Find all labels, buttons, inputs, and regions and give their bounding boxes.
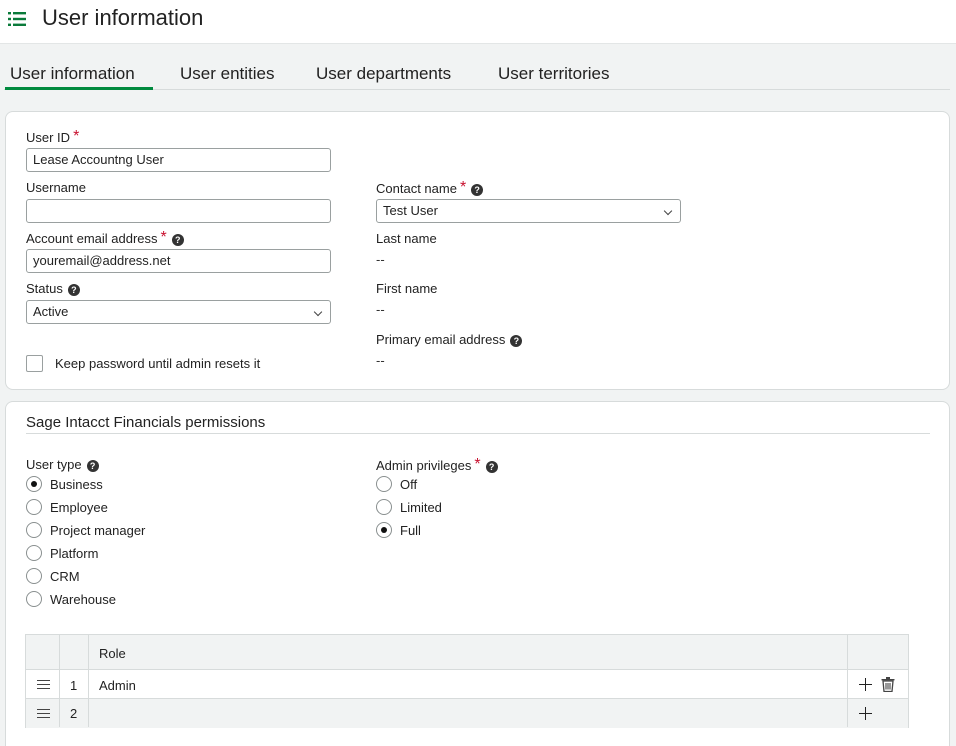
table-row: 2 — [26, 699, 908, 728]
tab-active-indicator — [5, 87, 153, 90]
radio-employee-label: Employee — [50, 500, 108, 515]
user-type-label: User type? — [26, 457, 99, 472]
username-field[interactable] — [26, 199, 331, 223]
chevron-down-icon — [663, 206, 673, 216]
grid-header-row: Role — [26, 635, 908, 670]
last-name-label: Last name — [376, 231, 437, 246]
radio-platform-label: Platform — [50, 546, 99, 561]
add-row-icon[interactable] — [859, 707, 872, 720]
required-marker: * — [474, 456, 481, 473]
help-icon[interactable]: ? — [510, 335, 523, 347]
radio-crm[interactable] — [26, 568, 42, 584]
radio-business[interactable] — [26, 476, 42, 492]
keep-password-checkbox[interactable] — [26, 355, 43, 372]
trash-icon[interactable] — [881, 677, 895, 692]
radio-employee[interactable] — [26, 499, 42, 515]
radio-business-label: Business — [50, 477, 103, 492]
help-icon[interactable]: ? — [471, 184, 484, 196]
required-marker: * — [459, 179, 467, 196]
tab-user-entities[interactable]: User entities — [180, 64, 274, 84]
role-cell[interactable]: Admin — [99, 678, 136, 693]
user-id-field[interactable]: Lease Accountng User — [26, 148, 331, 172]
radio-admin-limited-label: Limited — [400, 500, 442, 515]
radio-project-manager[interactable] — [26, 522, 42, 538]
column-divider — [88, 635, 89, 727]
admin-privileges-label: Admin privileges *? — [376, 456, 498, 475]
help-icon[interactable]: ? — [485, 461, 498, 473]
tab-user-information[interactable]: User information — [10, 64, 135, 84]
first-name-label: First name — [376, 281, 438, 296]
help-icon[interactable]: ? — [171, 234, 184, 246]
page-title: User information — [42, 5, 204, 30]
contact-name-select[interactable]: Test User — [376, 199, 681, 223]
column-divider — [59, 635, 60, 727]
drag-handle-icon[interactable] — [37, 709, 50, 718]
account-email-label: Account email address *? — [26, 229, 184, 248]
last-name-value: -- — [376, 252, 385, 267]
drag-handle-icon[interactable] — [37, 680, 50, 689]
column-divider — [847, 635, 848, 727]
add-row-icon[interactable] — [859, 678, 872, 691]
section-divider — [26, 433, 930, 434]
user-id-label: User ID * — [26, 128, 80, 145]
tab-user-territories[interactable]: User territories — [498, 64, 609, 84]
chevron-down-icon — [313, 307, 323, 317]
status-label: Status? — [26, 281, 80, 296]
radio-admin-full[interactable] — [376, 522, 392, 538]
primary-email-value: -- — [376, 353, 385, 368]
keep-password-label: Keep password until admin resets it — [55, 356, 261, 371]
radio-project-manager-label: Project manager — [50, 523, 146, 538]
required-marker: * — [73, 128, 80, 145]
contact-name-label: Contact name *? — [376, 179, 484, 198]
account-email-field[interactable]: youremail@address.net — [26, 249, 331, 273]
header-bar: User information — [0, 0, 956, 44]
help-icon[interactable]: ? — [86, 460, 99, 472]
tab-user-departments[interactable]: User departments — [316, 64, 451, 84]
role-column-header: Role — [99, 646, 126, 661]
tab-bar — [0, 44, 956, 91]
radio-admin-off-label: Off — [400, 477, 418, 492]
radio-platform[interactable] — [26, 545, 42, 561]
primary-email-label: Primary email address? — [376, 332, 523, 347]
row-number: 1 — [70, 678, 78, 693]
help-icon[interactable]: ? — [67, 284, 80, 296]
required-marker: * — [160, 229, 167, 246]
permissions-title: Sage Intacct Financials permissions — [26, 414, 266, 431]
list-icon[interactable] — [8, 11, 26, 27]
row-number: 2 — [70, 706, 78, 721]
status-select[interactable]: Active — [26, 300, 331, 324]
radio-admin-off[interactable] — [376, 476, 392, 492]
radio-warehouse[interactable] — [26, 591, 42, 607]
radio-admin-full-label: Full — [400, 523, 421, 538]
table-row: 1 Admin — [26, 670, 908, 699]
roles-grid: Role 1 Admin 2 — [25, 634, 909, 728]
first-name-value: -- — [376, 302, 385, 317]
radio-crm-label: CRM — [50, 569, 80, 584]
username-label: Username — [26, 180, 86, 195]
radio-admin-limited[interactable] — [376, 499, 392, 515]
radio-warehouse-label: Warehouse — [50, 592, 116, 607]
